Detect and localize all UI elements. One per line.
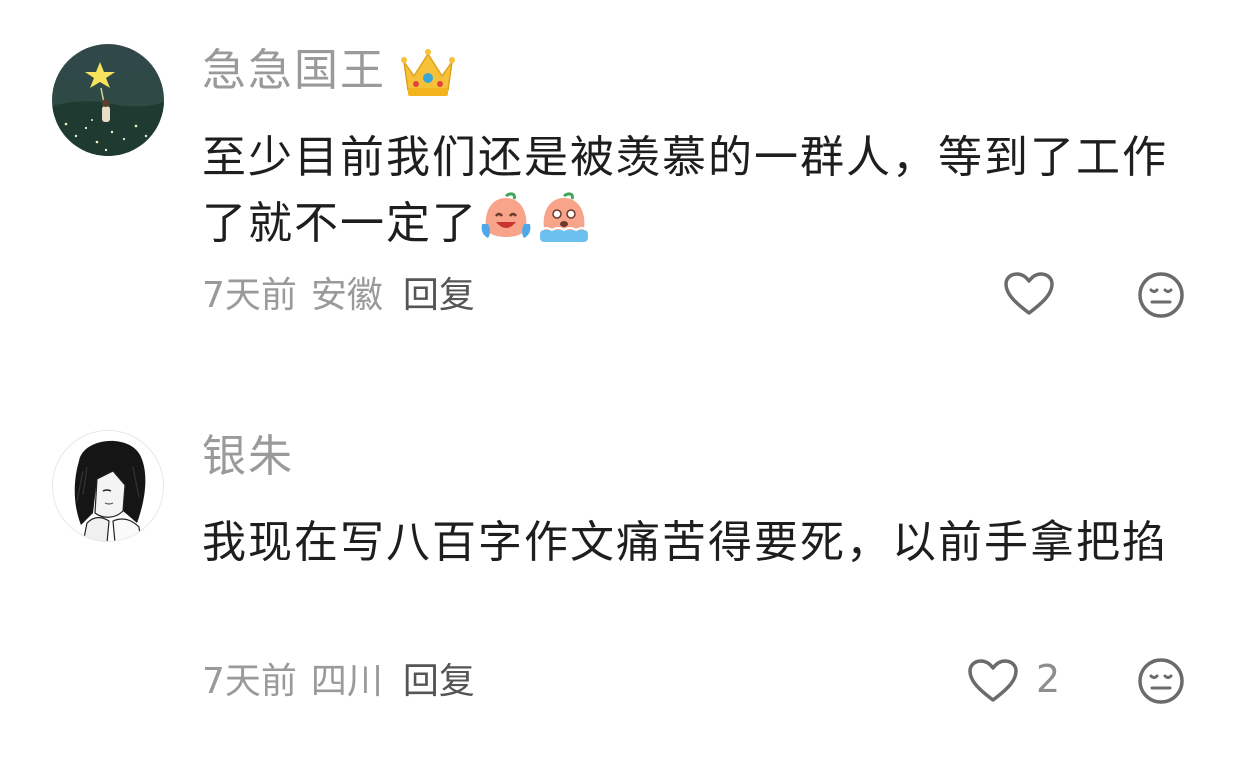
comment-text: 至少目前我们还是被羡慕的一群人，等到了工作了就不一定了 (202, 125, 1192, 256)
like-count: 2 (1036, 657, 1061, 701)
heart-outline-icon[interactable] (967, 658, 1019, 704)
comment-body: 我现在写八百字作文痛苦得要死，以前手拿把掐 (202, 517, 1168, 568)
comment-location: 安徽 (310, 275, 383, 316)
comment-location: 四川 (310, 661, 383, 702)
avatar[interactable] (52, 430, 164, 542)
comment-item: 银朱 我现在写八百字作文痛苦得要死，以前手拿把掐 7天前 四川 回复 2 (0, 385, 1260, 771)
meh-face-icon[interactable] (1137, 271, 1185, 319)
crying-laughing-peach-emoji (478, 190, 534, 246)
comment-item: 急急国王 至少目前我们还是被羡慕的一群人，等到了工作了就不一定了 7天前 安徽 … (0, 0, 1260, 380)
comment-text: 我现在写八百字作文痛苦得要死，以前手拿把掐 (202, 510, 1192, 575)
avatar[interactable] (52, 44, 164, 156)
comment-meta: 7天前 安徽 回复 (202, 274, 489, 318)
comment-time: 7天前 (202, 275, 297, 316)
comment-body: 至少目前我们还是被羡慕的一群人，等到了工作了就不一定了 (202, 132, 1168, 249)
username[interactable]: 急急国王 (202, 44, 386, 98)
meh-face-icon[interactable] (1137, 657, 1185, 705)
crown-icon (398, 42, 458, 102)
username[interactable]: 银朱 (202, 430, 294, 484)
heart-outline-icon[interactable] (1003, 271, 1055, 317)
comment-time: 7天前 (202, 661, 297, 702)
reply-button[interactable]: 回复 (403, 661, 475, 702)
comment-meta: 7天前 四川 回复 (202, 660, 489, 704)
reply-button[interactable]: 回复 (403, 275, 475, 316)
crying-peach-emoji (536, 190, 592, 246)
